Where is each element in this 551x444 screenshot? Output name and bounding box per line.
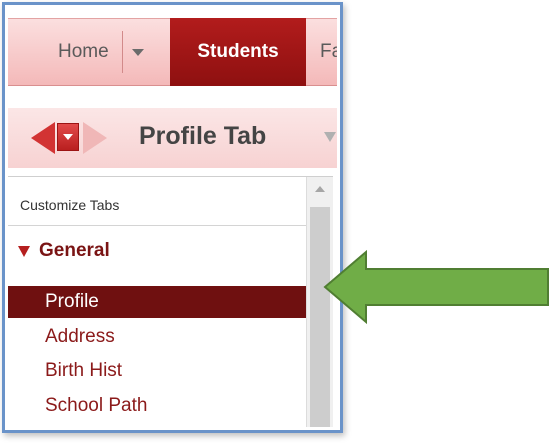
tab-item-address[interactable]: Address xyxy=(8,321,306,353)
tab-group-label: General xyxy=(39,240,110,261)
pointer-arrow-shape xyxy=(323,249,549,325)
pointer-arrow-icon xyxy=(323,249,549,325)
screenshot-frame: Home Students Fa Profile Tab Customize T… xyxy=(2,2,343,433)
nav-home-link[interactable]: Home xyxy=(58,19,109,85)
nav-divider xyxy=(122,31,123,73)
tab-item-school-path[interactable]: School Path xyxy=(8,390,306,422)
chevron-down-icon xyxy=(132,48,144,56)
page-title: Profile Tab xyxy=(139,122,267,150)
divider xyxy=(8,225,306,226)
tab-item-profile[interactable]: Profile xyxy=(8,286,306,318)
chevron-up-icon xyxy=(315,186,325,192)
filter-icon[interactable] xyxy=(324,132,336,142)
nav-bar: Home Students Fa xyxy=(8,18,337,86)
top-navigation: Home Students Fa xyxy=(8,8,337,96)
next-arrow-icon[interactable] xyxy=(83,122,107,154)
tabs-panel: Customize Tabs General Profile Address B… xyxy=(8,176,333,427)
scroll-up-button[interactable] xyxy=(307,177,333,201)
tab-item-birth-hist[interactable]: Birth Hist xyxy=(8,355,306,387)
tab-group-general[interactable]: General xyxy=(18,240,110,262)
previous-arrow-icon[interactable] xyxy=(31,122,55,154)
nav-next-tab[interactable]: Fa xyxy=(320,19,337,85)
customize-tabs-link[interactable]: Customize Tabs xyxy=(20,197,119,213)
chevron-down-icon xyxy=(63,134,73,140)
nav-home-dropdown[interactable] xyxy=(127,19,149,85)
record-dropdown-button[interactable] xyxy=(57,123,79,151)
app-viewport: Home Students Fa Profile Tab Customize T… xyxy=(8,8,337,427)
page-header: Profile Tab xyxy=(8,108,337,168)
collapse-triangle-icon xyxy=(18,245,30,257)
nav-students-tab[interactable]: Students xyxy=(170,18,306,86)
